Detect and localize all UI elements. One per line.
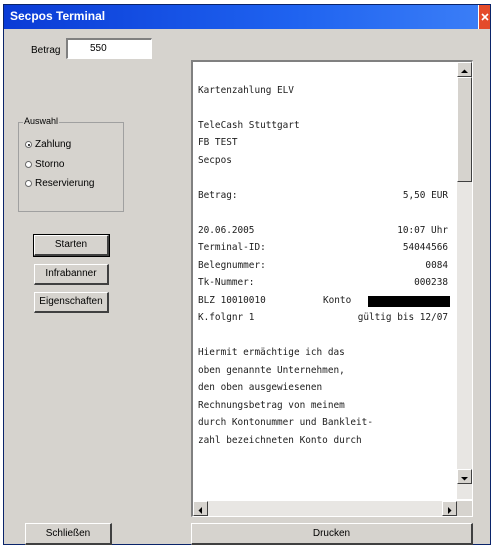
radio-label: Zahlung — [35, 139, 72, 150]
radio-zahlung[interactable]: Zahlung — [25, 139, 71, 150]
receipt-line-text: Rechnungsbetrag von meinem — [198, 399, 345, 411]
receipt-line-text: zahl bezeichneten Konto durch — [198, 434, 362, 446]
receipt-line-text: Terminal-ID: — [198, 242, 266, 253]
receipt-line-text: Tk-Nummer: — [198, 277, 255, 288]
receipt-line: Terminal-ID: 54044566 — [198, 242, 454, 253]
receipt-line-text: 20.06.2005 — [198, 224, 255, 236]
info-button[interactable]: Infrabanner — [34, 264, 109, 285]
scroll-down-button[interactable] — [457, 469, 472, 484]
receipt-line-mid: Konto — [323, 294, 352, 306]
terminal-window: Secpos Terminal Betrag 550 Auswahl Zahlu… — [3, 4, 491, 545]
receipt-line-text: BLZ 10010010 — [198, 294, 266, 306]
receipt-line: Kartenzahlung ELV — [198, 85, 454, 96]
receipt-line-text: K.folgnr 1 — [198, 312, 255, 323]
vertical-scroll-thumb[interactable] — [457, 77, 472, 182]
receipt-line-value: 10:07 Uhr — [397, 224, 448, 236]
vertical-scrollbar[interactable] — [457, 62, 472, 499]
receipt-line: oben genannte Unternehmen, — [198, 365, 454, 376]
receipt-line-text: Belegnummer: — [198, 259, 266, 271]
title-bar[interactable]: Secpos Terminal — [4, 5, 490, 29]
receipt-line: den oben ausgewiesenen — [198, 382, 454, 393]
receipt-line: BLZ 10010010 Konto — [198, 294, 454, 307]
amount-label: Betrag — [31, 45, 61, 56]
receipt-line-value: 54044566 — [402, 242, 448, 253]
horizontal-scrollbar[interactable] — [193, 501, 457, 516]
receipt-line-text: oben genannte Unternehmen, — [198, 364, 345, 376]
radio-label: Reservierung — [35, 178, 95, 189]
close-button[interactable]: Schließen — [25, 523, 112, 545]
radio-unselected-icon — [25, 180, 32, 187]
receipt-line-text: FB TEST — [198, 137, 238, 148]
receipt-line-text: Kartenzahlung ELV — [198, 84, 294, 96]
print-button[interactable]: Drucken — [191, 523, 473, 545]
mode-group-title: Auswahl — [23, 116, 60, 126]
receipt-line: Betrag: 5,50 EUR — [198, 190, 454, 201]
receipt-line: Secpos — [198, 155, 454, 166]
scroll-up-button[interactable] — [457, 62, 472, 77]
arrow-right-icon — [448, 507, 452, 514]
receipt-line: durch Kontonummer und Bankleit- — [198, 417, 454, 428]
receipt-line-text: den oben ausgewiesenen — [198, 382, 323, 393]
receipt-line: FB TEST — [198, 137, 454, 148]
properties-button[interactable]: Eigenschaften — [34, 292, 109, 313]
receipt-line: Tk-Nummer: 000238 — [198, 277, 454, 288]
window-title: Secpos Terminal — [10, 9, 106, 23]
scroll-right-button[interactable] — [442, 501, 457, 516]
radio-selected-icon — [25, 141, 32, 148]
arrow-left-icon — [198, 507, 202, 514]
close-window-button[interactable] — [478, 5, 490, 29]
amount-input[interactable]: 550 — [66, 38, 152, 59]
receipt-line: zahl bezeichneten Konto durch — [198, 435, 454, 446]
scrollbar-corner — [457, 501, 472, 516]
radio-label: Storno — [35, 159, 65, 170]
start-button[interactable]: Starten — [33, 234, 110, 257]
receipt-line-value: 000238 — [414, 277, 448, 288]
receipt-line-text: TeleCash Stuttgart — [198, 119, 300, 131]
scroll-left-button[interactable] — [193, 501, 208, 516]
radio-reservierung[interactable]: Reservierung — [25, 178, 94, 189]
receipt-line: 20.06.2005 10:07 Uhr — [198, 225, 454, 236]
receipt-line: Belegnummer: 0084 — [198, 260, 454, 271]
receipt-text: Kartenzahlung ELV TeleCash Stuttgart FB TE… — [193, 62, 457, 499]
receipt-line-text: durch Kontonummer und Bankleit- — [198, 417, 373, 428]
receipt-view[interactable]: Kartenzahlung ELV TeleCash Stuttgart FB TE… — [191, 60, 473, 517]
receipt-line: TeleCash Stuttgart — [198, 120, 454, 131]
receipt-line: Rechnungsbetrag von meinem — [198, 400, 454, 411]
close-icon — [481, 13, 489, 21]
receipt-line-text: Hiermit ermächtige ich das — [198, 347, 345, 358]
receipt-line-text: Betrag: — [198, 189, 238, 201]
receipt-line-text: Secpos — [198, 154, 232, 166]
receipt-line: K.folgnr 1 gültig bis 12/07 — [198, 312, 454, 323]
receipt-line: Hiermit ermächtige ich das — [198, 347, 454, 358]
receipt-line-value: 5,50 EUR — [402, 189, 448, 201]
radio-unselected-icon — [25, 161, 32, 168]
radio-storno[interactable]: Storno — [25, 159, 64, 170]
arrow-down-icon — [461, 477, 468, 481]
redacted-account-number — [368, 295, 450, 307]
receipt-line-value: 0084 — [425, 259, 448, 271]
receipt-line-value: gültig bis 12/07 — [357, 312, 448, 323]
